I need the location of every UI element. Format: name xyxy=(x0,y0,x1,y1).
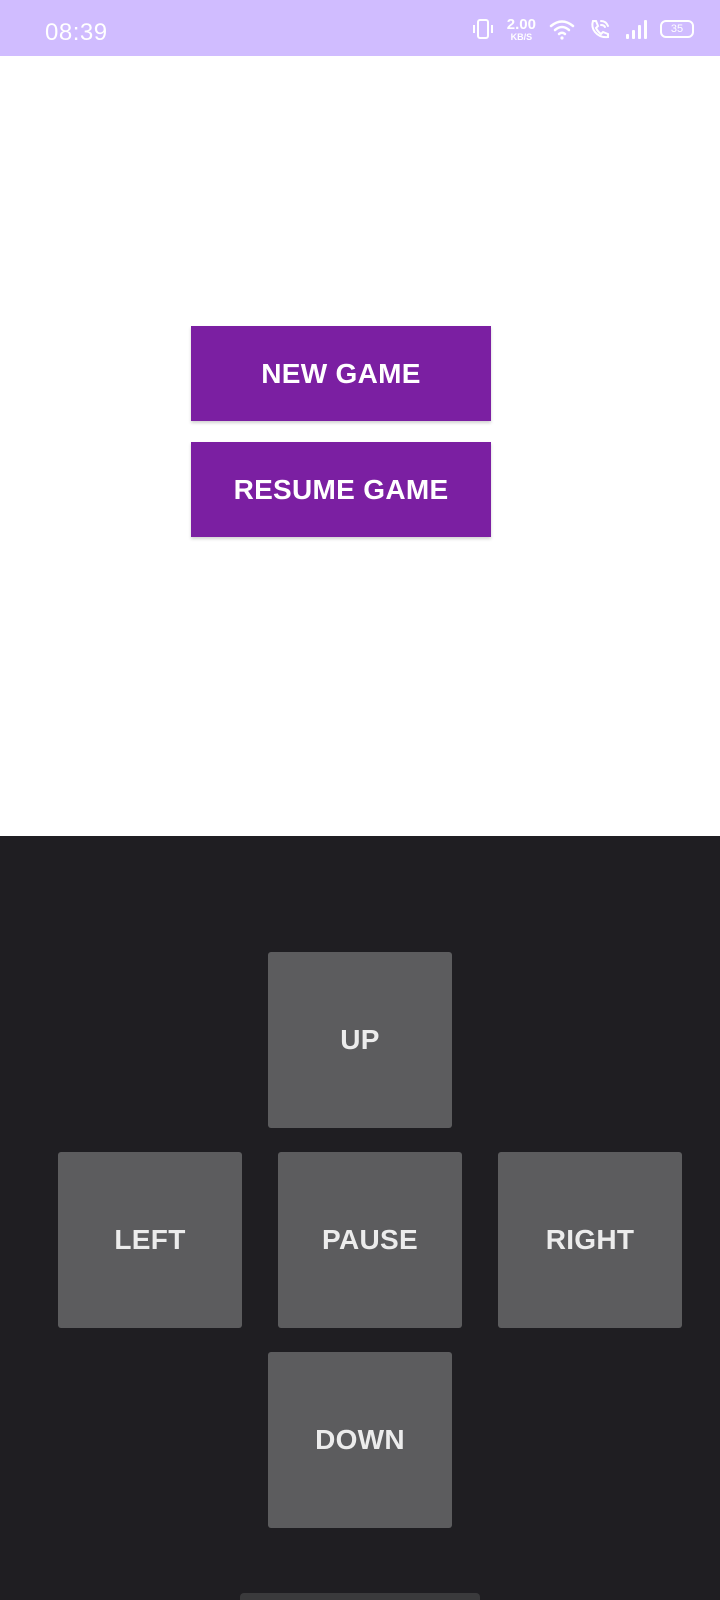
net-speed-value: 2.00 xyxy=(506,15,536,33)
left-button[interactable]: LEFT xyxy=(58,1152,242,1328)
game-area: NEW GAME RESUME GAME xyxy=(0,56,720,836)
resume-game-button[interactable]: RESUME GAME xyxy=(191,442,491,537)
pause-button[interactable]: PAUSE xyxy=(278,1152,462,1328)
net-speed: 2.00 KB/S xyxy=(507,17,536,42)
status-time: 08:39 xyxy=(45,19,108,46)
up-button[interactable]: UP xyxy=(268,952,452,1128)
navigation-handle[interactable] xyxy=(240,1593,480,1600)
status-icons: 2.00 KB/S 35 xyxy=(471,16,694,42)
new-game-button[interactable]: NEW GAME xyxy=(191,326,491,421)
wifi-call-icon xyxy=(588,17,612,41)
signal-icon xyxy=(624,17,648,41)
battery-icon: 35 xyxy=(660,20,694,38)
control-panel: UP LEFT PAUSE RIGHT DOWN xyxy=(0,836,720,1600)
down-button[interactable]: DOWN xyxy=(268,1352,452,1528)
status-bar: 08:39 2.00 KB/S 35 xyxy=(0,0,720,56)
wifi-icon xyxy=(548,17,576,41)
right-button[interactable]: RIGHT xyxy=(498,1152,682,1328)
net-speed-unit: KB/S xyxy=(510,31,533,42)
vibrate-icon xyxy=(471,17,495,41)
